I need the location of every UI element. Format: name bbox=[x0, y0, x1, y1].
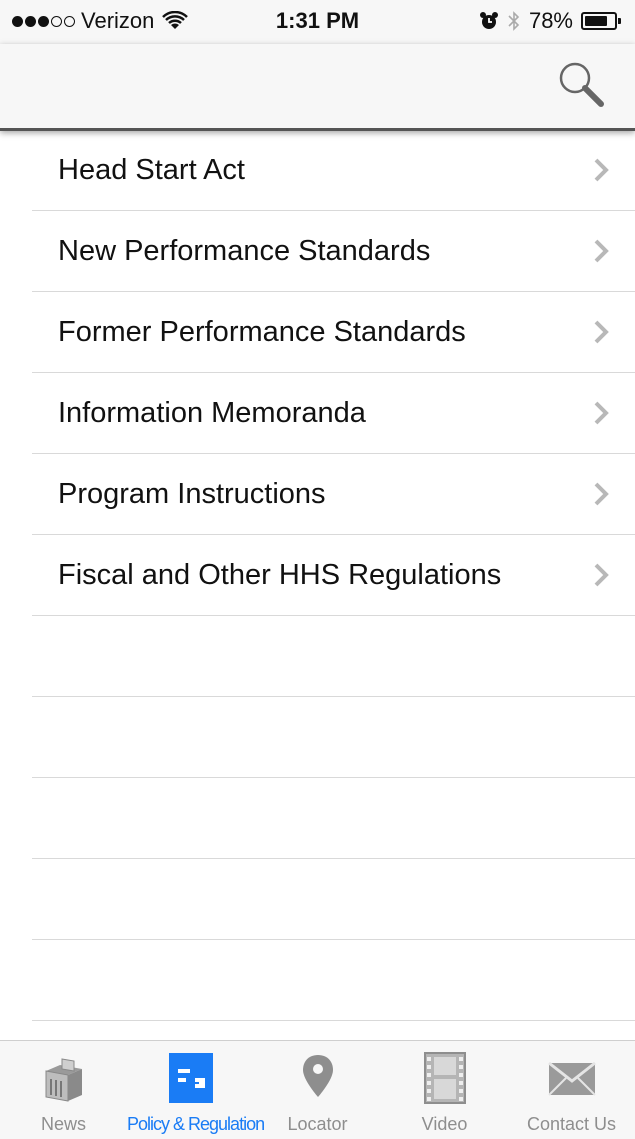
empty-row bbox=[32, 778, 635, 859]
chevron-right-icon bbox=[594, 563, 609, 587]
list-item-label: New Performance Standards bbox=[58, 235, 431, 267]
list-item-label: Former Performance Standards bbox=[58, 316, 466, 348]
search-icon[interactable] bbox=[553, 56, 609, 112]
news-icon bbox=[45, 1058, 82, 1102]
list-item-former-performance-standards[interactable]: Former Performance Standards bbox=[32, 292, 635, 373]
list-item-fiscal-and-other-hhs-regulations[interactable]: Fiscal and Other HHS Regulations bbox=[32, 535, 635, 616]
tab-bar: News Policy & Regulation Locator Video C… bbox=[0, 1040, 635, 1139]
list-item-information-memoranda[interactable]: Information Memoranda bbox=[32, 373, 635, 454]
list-item-program-instructions[interactable]: Program Instructions bbox=[32, 454, 635, 535]
tab-contact-us[interactable]: Contact Us bbox=[508, 1041, 635, 1139]
tab-label: Policy & Regulation bbox=[127, 1114, 265, 1134]
tab-video[interactable]: Video bbox=[381, 1041, 508, 1139]
chevron-right-icon bbox=[594, 320, 609, 344]
tab-label: Locator bbox=[287, 1114, 348, 1134]
empty-row bbox=[32, 940, 635, 1021]
envelope-icon bbox=[547, 1061, 596, 1096]
chevron-right-icon bbox=[594, 482, 609, 506]
list-item-new-performance-standards[interactable]: New Performance Standards bbox=[32, 211, 635, 292]
empty-row bbox=[32, 859, 635, 940]
tab-policy-regulation[interactable]: Policy & Regulation bbox=[127, 1041, 265, 1139]
battery-icon bbox=[581, 12, 621, 30]
location-pin-icon bbox=[302, 1055, 333, 1097]
battery-percent: 78% bbox=[528, 8, 573, 33]
empty-row bbox=[32, 616, 635, 697]
policy-icon bbox=[168, 1053, 213, 1103]
tab-news[interactable]: News bbox=[0, 1041, 127, 1139]
chevron-right-icon bbox=[594, 239, 609, 263]
chevron-right-icon bbox=[594, 158, 609, 182]
policy-list: Head Start Act New Performance Standards… bbox=[0, 130, 635, 1021]
chevron-right-icon bbox=[594, 401, 609, 425]
film-icon bbox=[423, 1052, 466, 1104]
alarm-icon bbox=[479, 12, 498, 29]
list-item-label: Information Memoranda bbox=[58, 397, 366, 429]
tab-label: Video bbox=[421, 1114, 468, 1134]
list-item-label: Program Instructions bbox=[58, 478, 326, 510]
list-item-label: Head Start Act bbox=[58, 154, 245, 186]
tab-label: Contact Us bbox=[526, 1114, 617, 1134]
bluetooth-icon bbox=[508, 11, 520, 31]
tab-label: News bbox=[40, 1114, 86, 1134]
list-item-head-start-act[interactable]: Head Start Act bbox=[32, 130, 635, 211]
status-right: 78% bbox=[479, 8, 621, 34]
tab-locator[interactable]: Locator bbox=[254, 1041, 381, 1139]
navigation-bar bbox=[0, 44, 635, 131]
status-bar: Verizon 1:31 PM 78% bbox=[0, 0, 635, 44]
list-item-label: Fiscal and Other HHS Regulations bbox=[58, 559, 502, 591]
empty-row bbox=[32, 697, 635, 778]
